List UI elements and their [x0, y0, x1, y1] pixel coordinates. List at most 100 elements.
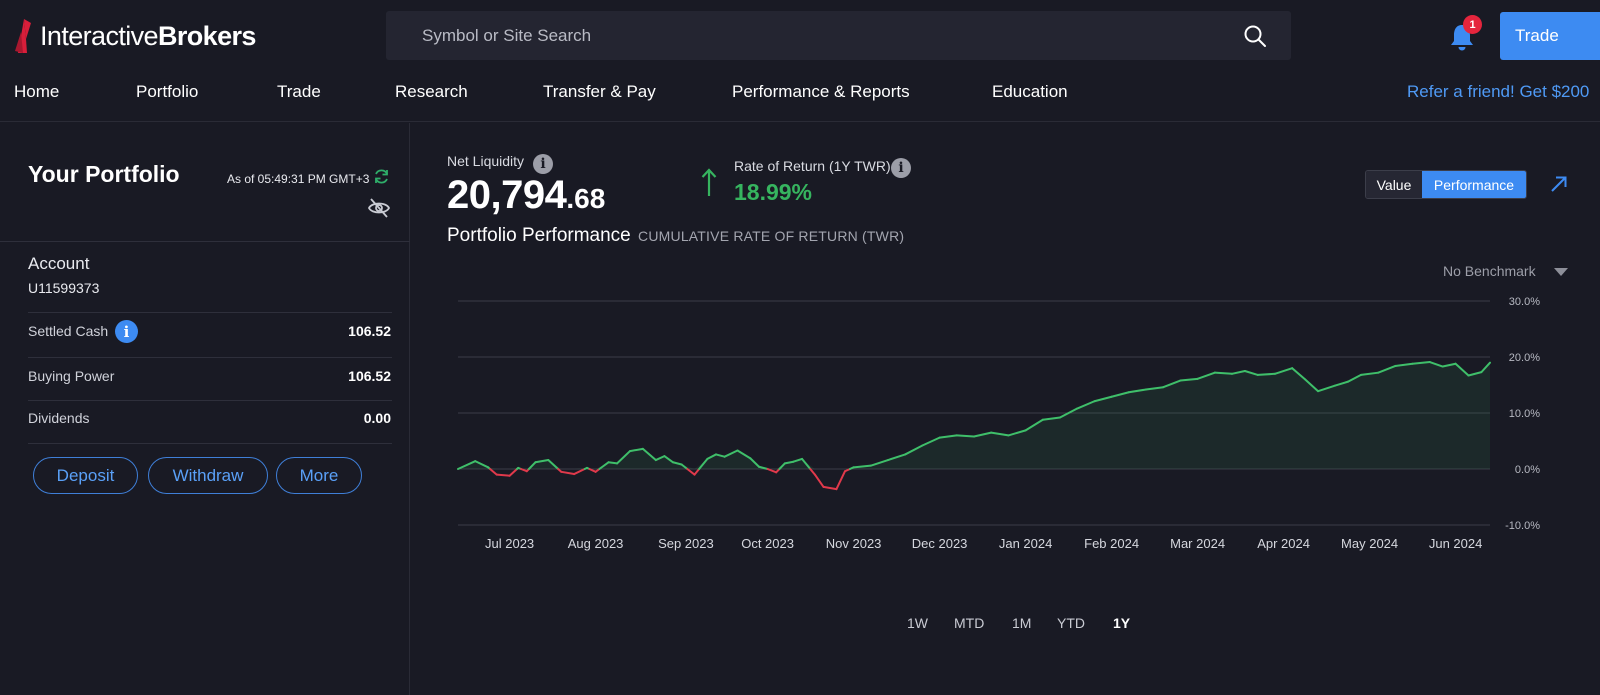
notification-badge: 1 [1463, 15, 1482, 34]
dividends-value: 0.00 [363, 410, 391, 426]
account-id: U11599373 [28, 280, 100, 296]
nav-education[interactable]: Education [992, 82, 1068, 102]
series-line-segment [1213, 371, 1233, 375]
search-icon[interactable] [1243, 24, 1267, 48]
deposit-button[interactable]: Deposit [33, 457, 138, 494]
x-tick-label: Feb 2024 [1084, 536, 1139, 551]
range-ytd[interactable]: YTD [1057, 615, 1085, 631]
divider [28, 357, 392, 358]
logo-text: InteractiveBrokers [40, 21, 256, 52]
account-label: Account [28, 254, 90, 273]
portfolio-performance-heading: Portfolio Performance CUMULATIVE RATE OF… [447, 225, 904, 247]
portfolio-performance-subtitle: CUMULATIVE RATE OF RETURN (TWR) [638, 228, 905, 244]
y-tick-label: -10.0% [1505, 520, 1540, 532]
series-line-segment [495, 473, 511, 477]
series-line-segment [573, 468, 586, 476]
x-tick-label: Jun 2024 [1429, 536, 1483, 551]
up-arrow-icon [701, 168, 717, 196]
nav-trade[interactable]: Trade [277, 82, 321, 102]
rate-of-return-info-icon[interactable]: i [891, 158, 911, 178]
interactive-brokers-logo[interactable]: InteractiveBrokers [14, 16, 256, 56]
benchmark-dropdown[interactable]: No Benchmark [1443, 263, 1536, 279]
x-tick-label: May 2024 [1341, 536, 1398, 551]
net-liquidity-decimal: .68 [566, 183, 606, 214]
value-toggle-button[interactable]: Value [1366, 171, 1422, 198]
nav-performance-reports[interactable]: Performance & Reports [732, 82, 910, 102]
series-line-segment [607, 461, 619, 465]
range-1m[interactable]: 1M [1012, 615, 1031, 631]
series-line-segment [489, 468, 498, 476]
rate-of-return-value: 18.99% [734, 179, 813, 205]
site-search [386, 11, 1291, 60]
series-line-segment [560, 470, 576, 476]
nav-transfer-pay[interactable]: Transfer & Pay [543, 82, 656, 102]
top-bar: InteractiveBrokers 1 Trade [0, 0, 1600, 72]
search-input[interactable] [422, 11, 1222, 60]
buying-power-value: 106.52 [348, 368, 391, 384]
divider [28, 312, 392, 313]
x-tick-label: Jul 2023 [485, 536, 534, 551]
series-line-segment [693, 468, 701, 476]
net-liquidity-label: Net Liquidity [447, 153, 525, 169]
series-line-segment [508, 468, 518, 477]
y-tick-label: 30.0% [1509, 296, 1540, 308]
series-line-segment [822, 485, 838, 491]
x-tick-label: Dec 2023 [912, 536, 968, 551]
x-tick-label: Mar 2024 [1170, 536, 1225, 551]
divider [28, 400, 392, 401]
series-line-segment [809, 468, 816, 476]
info-icon[interactable]: i [115, 320, 138, 343]
x-tick-label: Jan 2024 [999, 536, 1053, 551]
logo-mark-icon [15, 19, 31, 53]
rate-of-return-label: Rate of Return (1Y TWR) [734, 158, 891, 174]
series-area [458, 362, 1490, 469]
settled-cash-value: 106.52 [348, 323, 391, 339]
net-liquidity-integer: 20,794 [447, 173, 567, 217]
y-tick-label: 10.0% [1509, 408, 1540, 420]
series-line-segment [813, 473, 825, 488]
series-line-segment [1256, 372, 1276, 376]
portfolio-panel: Your Portfolio As of 05:49:31 PM GMT+3 A… [0, 123, 410, 695]
logo-text-regular: Interactive [40, 20, 159, 51]
performance-toggle-button[interactable]: Performance [1422, 171, 1526, 198]
value-performance-toggle: Value Performance [1365, 170, 1527, 199]
buying-power-label: Buying Power [28, 368, 115, 384]
refer-friend-link[interactable]: Refer a friend! Get $200 [1407, 82, 1589, 102]
y-tick-label: 20.0% [1509, 352, 1540, 364]
expand-arrow-icon[interactable] [1549, 174, 1569, 194]
trade-button[interactable]: Trade [1500, 12, 1600, 60]
range-mtd[interactable]: MTD [954, 615, 984, 631]
divider [0, 241, 410, 242]
logo-text-bold: Brokers [157, 20, 256, 51]
net-liquidity-value: 20,794.68 [447, 173, 605, 218]
portfolio-title: Your Portfolio [28, 161, 180, 187]
series-line-segment [835, 470, 846, 491]
nav-portfolio[interactable]: Portfolio [136, 82, 198, 102]
x-tick-label: Oct 2023 [741, 536, 794, 551]
range-1y[interactable]: 1Y [1113, 615, 1130, 631]
nav-home[interactable]: Home [14, 82, 59, 102]
range-1w[interactable]: 1W [907, 615, 928, 631]
more-button[interactable]: More [276, 457, 362, 494]
x-tick-label: Apr 2024 [1257, 536, 1310, 551]
chevron-down-icon[interactable] [1554, 268, 1568, 276]
x-tick-label: Aug 2023 [568, 536, 624, 551]
series-line-segment [766, 468, 778, 474]
settled-cash-label: Settled Cash [28, 323, 109, 339]
refresh-icon[interactable] [373, 168, 390, 185]
dividends-label: Dividends [28, 410, 90, 426]
as-of-timestamp: As of 05:49:31 PM GMT+3 [227, 172, 370, 186]
nav-research[interactable]: Research [395, 82, 468, 102]
withdraw-button[interactable]: Withdraw [148, 457, 268, 494]
net-liquidity-info-icon[interactable]: i [533, 154, 553, 174]
main-nav: Home Portfolio Trade Research Transfer &… [0, 72, 1600, 122]
hide-values-eye-icon[interactable] [367, 197, 391, 219]
series-line-segment [955, 434, 975, 438]
x-tick-label: Sep 2023 [658, 536, 714, 551]
divider [28, 443, 392, 444]
x-tick-label: Nov 2023 [826, 536, 882, 551]
performance-panel: Net Liquidity i 20,794.68 Rate of Return… [411, 123, 1600, 695]
y-tick-label: 0.0% [1515, 464, 1540, 476]
portfolio-performance-title: Portfolio Performance [447, 225, 631, 246]
performance-chart: 30.0% 20.0% 10.0% 0.0% -10.0% Jul 2023 Aug 202… [457, 296, 1540, 551]
